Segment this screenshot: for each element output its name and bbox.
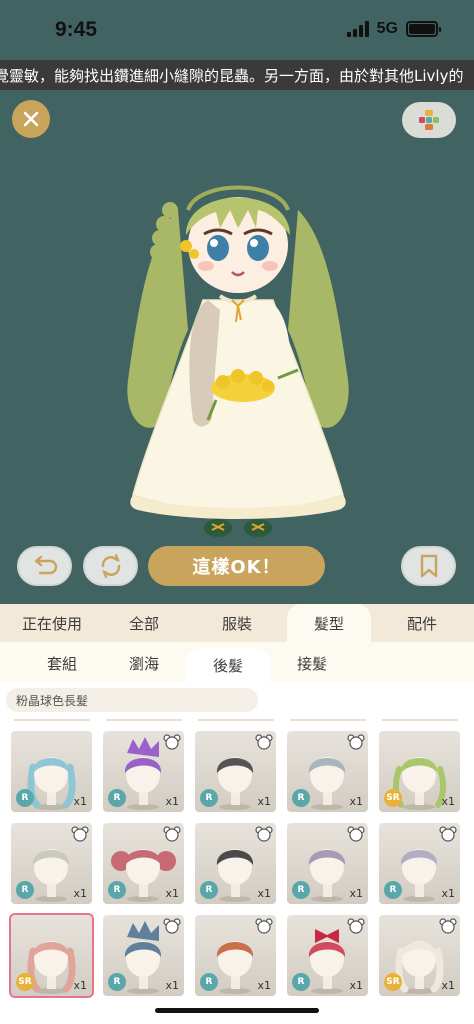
undo-icon <box>34 555 57 575</box>
rarity-badge: R <box>292 789 310 807</box>
hair-item-card[interactable]: R x1 <box>103 915 184 996</box>
subtab-back-hair[interactable]: 後髮 <box>186 648 270 682</box>
hair-item-card[interactable]: R x1 <box>103 731 184 812</box>
hair-item-card[interactable]: R x1 <box>195 915 276 996</box>
item-count: x1 <box>349 795 363 808</box>
item-count: x1 <box>441 887 455 900</box>
bear-icon <box>163 826 181 842</box>
divider <box>382 719 458 721</box>
news-ticker: 覺靈敏，能夠找出鑽進細小縫隙的昆蟲。另一方面，由於對其他Livly的 <box>0 60 474 90</box>
ticker-text: 覺靈敏，能夠找出鑽進細小縫隙的昆蟲。另一方面，由於對其他Livly的 <box>0 67 464 85</box>
item-count: x1 <box>257 887 271 900</box>
item-count: x1 <box>441 979 455 992</box>
rarity-badge: R <box>108 789 126 807</box>
rarity-badge: R <box>16 789 34 807</box>
item-count: x1 <box>349 979 363 992</box>
rarity-badge: SR <box>384 973 402 991</box>
item-count: x1 <box>441 795 455 808</box>
hair-item-card[interactable]: SR x1 <box>9 913 94 998</box>
avatar-character[interactable] <box>108 150 368 550</box>
rarity-badge: R <box>292 881 310 899</box>
rarity-badge: R <box>16 881 34 899</box>
hair-item-card[interactable]: R x1 <box>195 731 276 812</box>
divider <box>198 719 274 721</box>
hair-item-card[interactable]: R x1 <box>287 915 368 996</box>
bear-icon <box>347 734 365 750</box>
subtab-set[interactable]: 套組 <box>22 648 102 678</box>
hair-item-card[interactable]: R x1 <box>379 823 460 904</box>
tab-hairstyle[interactable]: 髮型 <box>287 604 371 642</box>
item-count: x1 <box>165 795 179 808</box>
status-bar: 9:45 5G <box>0 0 474 60</box>
divider <box>290 719 366 721</box>
palette-icon <box>419 110 439 130</box>
status-indicators: 5G <box>346 20 441 38</box>
bear-icon <box>255 918 273 934</box>
bear-icon <box>255 734 273 750</box>
battery-icon <box>406 21 441 37</box>
bear-icon <box>347 826 365 842</box>
category-tabs: 正在使用 全部 服裝 髮型 配件 <box>0 604 474 642</box>
hair-item-card[interactable]: R x1 <box>11 731 92 812</box>
subtab-extensions[interactable]: 接髮 <box>272 648 352 678</box>
item-count: x1 <box>73 795 87 808</box>
item-count: x1 <box>257 979 271 992</box>
bookmark-icon <box>420 554 437 578</box>
item-count: x1 <box>73 979 87 992</box>
item-count: x1 <box>257 795 271 808</box>
hair-item-card[interactable]: R x1 <box>103 823 184 904</box>
tab-clothing[interactable]: 服裝 <box>196 604 278 642</box>
palette-button[interactable] <box>402 102 456 138</box>
divider <box>14 719 90 721</box>
rarity-badge: R <box>200 789 218 807</box>
subtab-bangs[interactable]: 瀏海 <box>104 648 184 678</box>
status-time: 9:45 <box>55 18 98 41</box>
tab-all[interactable]: 全部 <box>104 604 184 642</box>
rarity-badge: R <box>108 973 126 991</box>
tab-accessories[interactable]: 配件 <box>380 604 464 642</box>
bear-icon <box>163 734 181 750</box>
rarity-badge: R <box>200 973 218 991</box>
rotate-icon <box>101 553 120 579</box>
network-label: 5G <box>376 20 398 37</box>
rarity-badge: R <box>384 881 402 899</box>
hair-item-card[interactable]: R x1 <box>287 823 368 904</box>
close-button[interactable] <box>12 100 50 138</box>
rarity-badge: SR <box>384 789 402 807</box>
hair-item-card[interactable]: SR x1 <box>379 731 460 812</box>
home-indicator[interactable] <box>155 1008 319 1013</box>
item-count: x1 <box>349 887 363 900</box>
selected-item-name: 粉晶球色長髮 <box>6 688 258 712</box>
undo-button[interactable] <box>17 546 72 586</box>
tab-in-use[interactable]: 正在使用 <box>8 604 96 642</box>
confirm-ok-button[interactable]: 這樣OK！ <box>148 546 325 586</box>
rarity-badge: R <box>200 881 218 899</box>
divider <box>106 719 182 721</box>
rarity-badge: SR <box>16 973 34 991</box>
rarity-badge: R <box>108 881 126 899</box>
hair-item-card[interactable]: R x1 <box>287 731 368 812</box>
bear-icon <box>71 826 89 842</box>
item-count: x1 <box>165 979 179 992</box>
bear-icon <box>439 826 457 842</box>
item-count: x1 <box>165 887 179 900</box>
hair-item-card[interactable]: R x1 <box>11 823 92 904</box>
bear-icon <box>255 826 273 842</box>
item-count: x1 <box>73 887 87 900</box>
close-icon <box>23 111 39 127</box>
rarity-badge: R <box>292 973 310 991</box>
rotate-button[interactable] <box>83 546 138 586</box>
subcategory-tabs: 套組 瀏海 後髮 接髮 <box>0 642 474 682</box>
hair-item-card[interactable]: SR x1 <box>379 915 460 996</box>
bear-icon <box>439 918 457 934</box>
signal-icon <box>346 21 369 37</box>
bear-icon <box>347 918 365 934</box>
bear-icon <box>163 918 181 934</box>
bookmark-button[interactable] <box>401 546 456 586</box>
hair-item-card[interactable]: R x1 <box>195 823 276 904</box>
